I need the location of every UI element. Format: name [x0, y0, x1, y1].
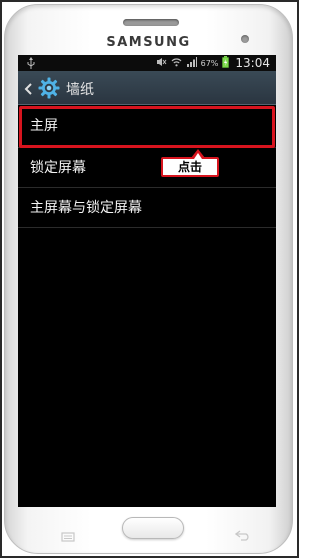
menu-key-icon[interactable] [61, 527, 75, 542]
list-item-lock-screen[interactable]: 锁定屏幕 [18, 148, 276, 188]
earpiece-speaker [123, 19, 179, 26]
clock: 13:04 [235, 56, 270, 70]
wifi-icon [171, 57, 182, 70]
highlight-box [19, 106, 275, 148]
back-key-icon[interactable] [234, 526, 251, 541]
home-button[interactable] [122, 517, 184, 539]
usb-icon [26, 56, 36, 70]
tap-callout: 点击 [161, 157, 219, 177]
callout-arrow-fill [194, 153, 202, 159]
status-bar: 67% 13:04 [18, 55, 276, 71]
list-item-label: 主屏幕与锁定屏幕 [30, 200, 142, 216]
mute-icon [156, 57, 167, 70]
front-camera [241, 35, 249, 43]
list-item-home-and-lock-screen[interactable]: 主屏幕与锁定屏幕 [18, 188, 276, 228]
wallpaper-options-list: 主屏 锁定屏幕 主屏幕与锁定屏幕 [18, 106, 276, 228]
device-screen: 67% 13:04 墙纸 主屏 锁定屏幕 主屏幕与锁定屏幕 点击 [18, 55, 276, 507]
gear-icon[interactable] [38, 77, 60, 99]
action-bar: 墙纸 [18, 71, 276, 105]
battery-percent: 67% [200, 58, 219, 68]
back-arrow-icon[interactable] [24, 81, 34, 95]
list-item-label: 锁定屏幕 [30, 160, 86, 176]
page-title: 墙纸 [66, 82, 94, 98]
brand-logo: SAMSUNG [106, 35, 191, 50]
list-item-home-screen[interactable]: 主屏 [18, 106, 276, 148]
battery-icon [222, 55, 230, 71]
signal-icon [186, 56, 197, 70]
